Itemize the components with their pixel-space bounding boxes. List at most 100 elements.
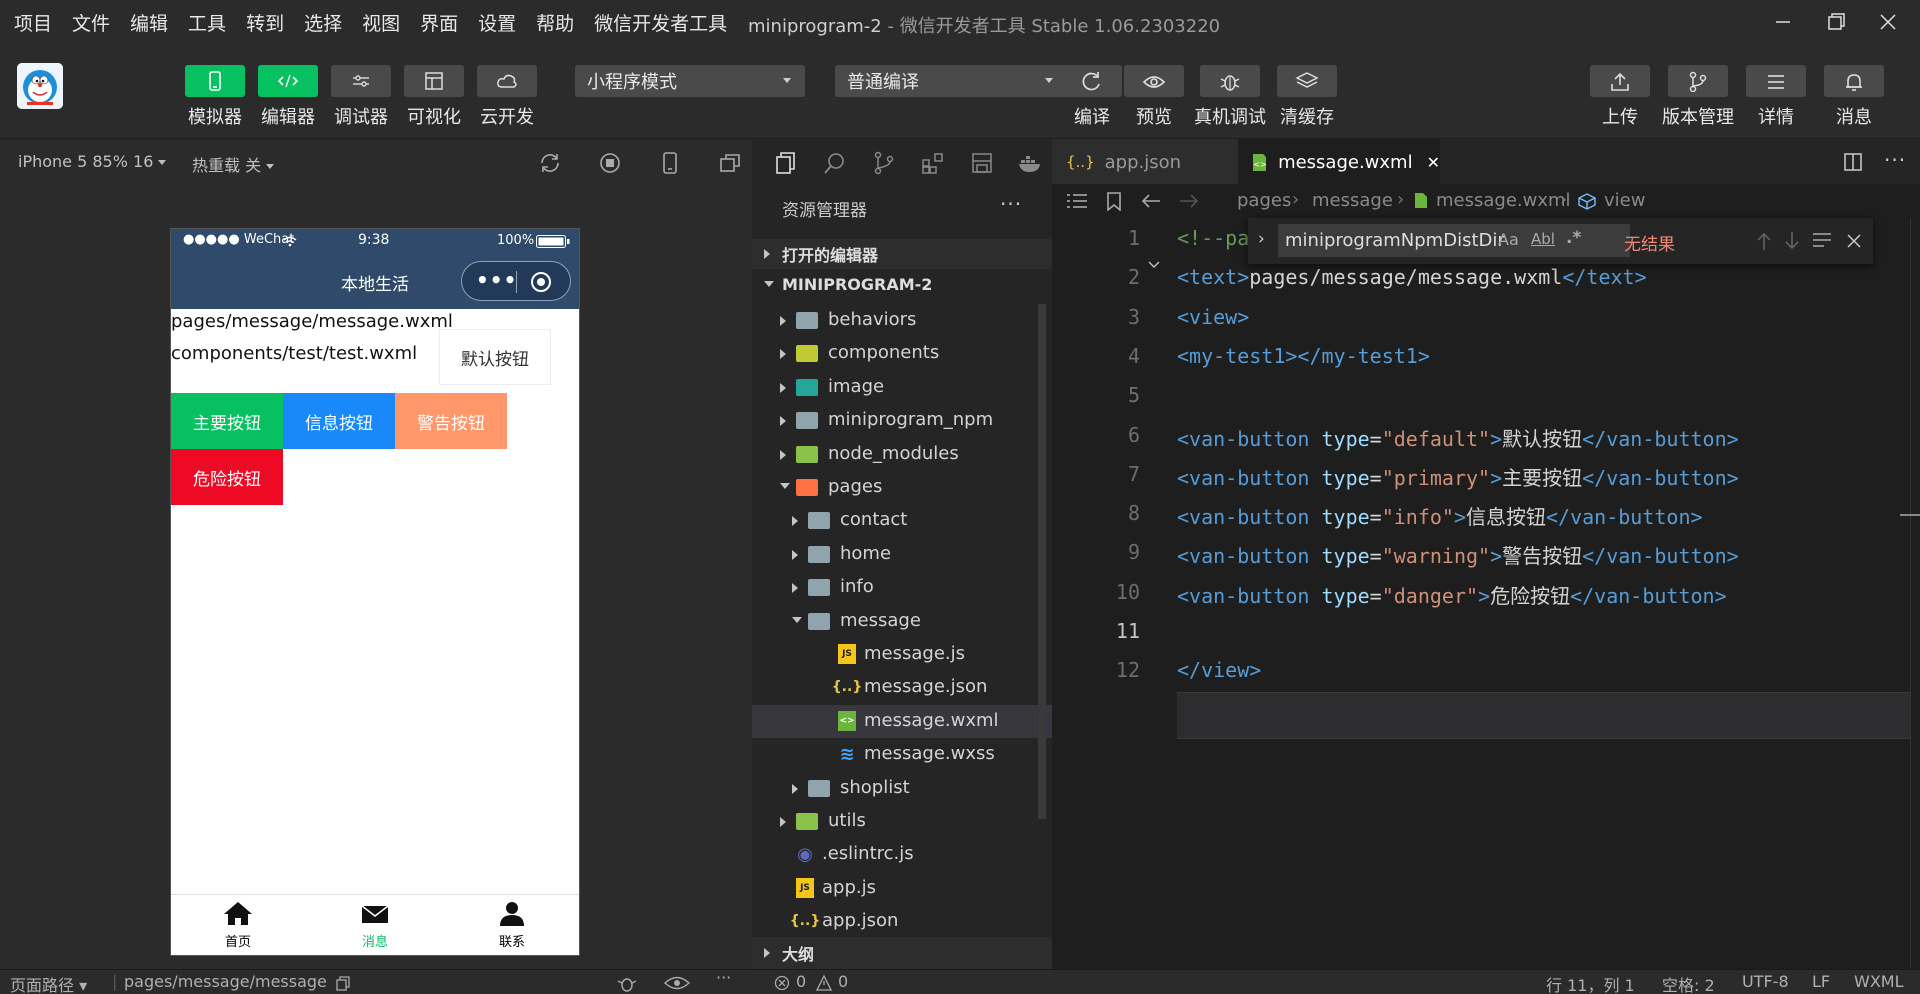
compile-select[interactable]: 普通编译	[835, 65, 1067, 97]
menu-item[interactable]: 文件	[68, 9, 114, 36]
danger-button[interactable]: 危险按钮	[171, 449, 283, 505]
tool-code-button[interactable]: 编辑器	[258, 65, 318, 129]
menu-item[interactable]: 工具	[184, 9, 230, 36]
maximize-button[interactable]	[1819, 6, 1855, 38]
breadcrumb-file[interactable]: message.wxml	[1436, 190, 1571, 211]
tool-button-face[interactable]	[404, 65, 464, 97]
tree-folder[interactable]: contact	[752, 504, 1052, 537]
warning-count[interactable]: 0	[838, 972, 848, 991]
tool-layers-button[interactable]: 清缓存	[1277, 65, 1337, 129]
tool-button-face[interactable]	[1590, 65, 1650, 97]
menu-item[interactable]: 选择	[300, 9, 346, 36]
detach-window-icon[interactable]	[718, 151, 742, 175]
files-icon[interactable]	[774, 151, 798, 175]
menu-item[interactable]: 设置	[474, 9, 520, 36]
tab-message-wxml[interactable]: <> message.wxml ✕	[1238, 139, 1440, 185]
breadcrumb-message[interactable]: message	[1312, 190, 1393, 211]
outline-section[interactable]: 大纲	[752, 937, 1052, 969]
tree-folder[interactable]: home	[752, 538, 1052, 571]
code-line[interactable]: <view>	[1177, 305, 1249, 329]
code-line[interactable]: <!--pa	[1177, 226, 1249, 250]
indent-spaces[interactable]: 空格: 2	[1662, 972, 1715, 994]
language-mode[interactable]: WXML	[1854, 972, 1904, 991]
close-miniprogram-icon[interactable]	[529, 270, 553, 294]
error-count[interactable]: 0	[796, 972, 806, 991]
stop-icon[interactable]	[598, 151, 622, 175]
search-icon[interactable]	[823, 151, 847, 175]
tool-button-face[interactable]	[1124, 65, 1184, 97]
tool-bug-button[interactable]: 真机调试	[1194, 65, 1266, 129]
tab-home[interactable]: 首页	[198, 899, 278, 950]
menu-item[interactable]: 转到	[242, 9, 288, 36]
bookmark-icon[interactable]	[1106, 192, 1122, 211]
open-editors-section[interactable]: 打开的编辑器	[752, 239, 1052, 269]
menu-item[interactable]: 视图	[358, 9, 404, 36]
tool-button-face[interactable]	[1200, 65, 1260, 97]
tree-folder[interactable]: behaviors	[752, 304, 1052, 337]
tool-button-face[interactable]	[1277, 65, 1337, 97]
tool-eye-button[interactable]: 预览	[1124, 65, 1184, 129]
capsule-button[interactable]: •••	[461, 261, 571, 301]
minimize-button[interactable]	[1765, 6, 1801, 38]
tool-cloud-button[interactable]: 云开发	[477, 65, 537, 129]
tool-phone-button[interactable]: 模拟器	[185, 65, 245, 129]
primary-button[interactable]: 主要按钮	[171, 393, 283, 449]
default-button[interactable]: 默认按钮	[439, 329, 551, 385]
tree-folder[interactable]: info	[752, 571, 1052, 604]
tool-button-face[interactable]	[185, 65, 245, 97]
page-path-select[interactable]: 页面路径 ▾	[10, 972, 87, 994]
tool-button-face[interactable]	[258, 65, 318, 97]
source-control-icon[interactable]	[872, 151, 896, 175]
editor-scrollbar[interactable]	[1910, 218, 1920, 969]
menu-item[interactable]: 编辑	[126, 9, 172, 36]
code-line[interactable]: <van-button type="default">默认按钮</van-but…	[1177, 423, 1739, 452]
breadcrumb-view[interactable]: view	[1604, 190, 1645, 211]
tool-button-face[interactable]	[1824, 65, 1884, 97]
find-in-selection-icon[interactable]	[1812, 231, 1832, 249]
tree-folder[interactable]: shoplist	[752, 772, 1052, 805]
more-actions-icon[interactable]: ···	[1000, 192, 1022, 216]
menu-item[interactable]: 项目	[10, 9, 56, 36]
tree-folder[interactable]: pages	[752, 471, 1052, 504]
code-line[interactable]: <text>pages/message/message.wxml</text>	[1177, 265, 1647, 289]
menu-item[interactable]: 微信开发者工具	[590, 9, 731, 36]
phone-icon[interactable]	[658, 151, 682, 175]
tree-file[interactable]: ≋ message.wxss	[752, 738, 1052, 771]
tool-button-face[interactable]	[1062, 65, 1122, 97]
code-editor[interactable]: 1 <!--pa 2 <text>pages/message/message.wxml…	[1052, 218, 1920, 969]
tree-folder[interactable]: utils	[752, 805, 1052, 838]
hot-reload-select[interactable]: 热重载 关	[192, 152, 275, 176]
tool-button-face[interactable]	[1668, 65, 1728, 97]
split-editor-icon[interactable]	[1843, 152, 1863, 172]
more-icon[interactable]: ···	[716, 968, 731, 987]
tool-bell-button[interactable]: 消息	[1824, 65, 1884, 129]
menu-item[interactable]: 界面	[416, 9, 462, 36]
warning-button[interactable]: 警告按钮	[395, 393, 507, 449]
forward-arrow-icon[interactable]	[1178, 192, 1200, 210]
tool-button-face[interactable]	[331, 65, 391, 97]
arrow-up-icon[interactable]	[1756, 231, 1772, 251]
bug-icon[interactable]	[615, 973, 639, 993]
tool-menu-lines-button[interactable]: 详情	[1746, 65, 1806, 129]
tab-contact[interactable]: 联系	[472, 899, 552, 950]
storage-icon[interactable]	[970, 151, 994, 175]
device-select[interactable]: iPhone 5 85% 16	[18, 152, 167, 171]
tool-button-face[interactable]	[477, 65, 537, 97]
close-tab-icon[interactable]: ✕	[1427, 153, 1440, 172]
tree-file[interactable]: JS message.js	[752, 638, 1052, 671]
list-icon[interactable]	[1066, 192, 1088, 210]
more-dots-icon[interactable]: •••	[476, 268, 517, 292]
project-section[interactable]: MINIPROGRAM-2	[752, 269, 1052, 299]
breadcrumb-pages[interactable]: pages	[1237, 190, 1291, 211]
info-button[interactable]: 信息按钮	[283, 393, 395, 449]
docker-icon[interactable]	[1018, 151, 1044, 175]
code-line[interactable]: </view>	[1177, 658, 1261, 682]
tool-button-face[interactable]	[1746, 65, 1806, 97]
tree-file[interactable]: <> message.wxml	[752, 704, 1052, 738]
extensions-icon[interactable]	[921, 151, 945, 175]
match-word-icon[interactable]: Abl	[1531, 230, 1555, 248]
tree-folder[interactable]: miniprogram_npm	[752, 404, 1052, 437]
close-window-button[interactable]	[1870, 6, 1906, 38]
tool-layout-button[interactable]: 可视化	[404, 65, 464, 129]
close-icon[interactable]	[1846, 233, 1862, 249]
